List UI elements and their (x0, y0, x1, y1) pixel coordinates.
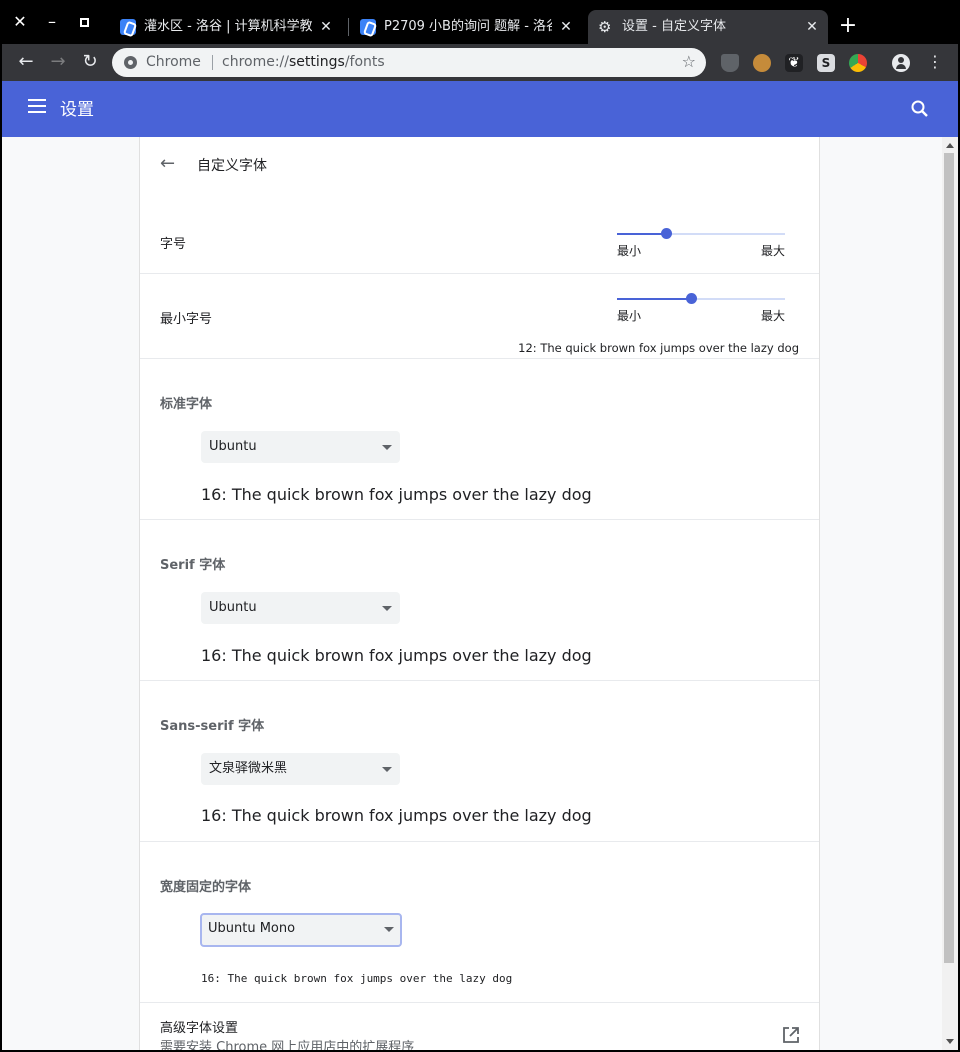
sans-serif-font-select[interactable]: 文泉驿微米黑 (201, 753, 400, 785)
fixed-font-sample: 16: The quick brown fox jumps over the l… (201, 972, 513, 985)
dropdown-arrow-icon (382, 445, 392, 450)
advanced-fonts-subtitle: 需要安装 Chrome 网上应用店中的扩展程序 (160, 1040, 415, 1050)
row-divider (140, 680, 819, 681)
tab-strip: ✕ – 灌水区 - 洛谷 | 计算机科学教育 ✕ P2709 小B的询问 题解 … (2, 2, 958, 44)
window-close-icon[interactable]: ✕ (10, 12, 30, 32)
window-maximize-icon[interactable] (74, 12, 94, 32)
chrome-icon (124, 56, 137, 69)
reload-icon[interactable]: ↻ (78, 50, 102, 74)
row-divider (140, 273, 819, 274)
select-value: 文泉驿微米黑 (209, 761, 288, 776)
page-title: 自定义字体 (197, 158, 267, 174)
fixed-font-label: 宽度固定的字体 (160, 880, 252, 895)
scroll-up-arrow-icon[interactable] (946, 143, 954, 148)
serif-font-sample: 16: The quick brown fox jumps over the l… (201, 646, 592, 665)
tab-luogu-water[interactable]: 灌水区 - 洛谷 | 计算机科学教育 ✕ (110, 10, 342, 44)
slider-min-label: 最小 (617, 244, 642, 258)
fixed-font-select[interactable]: Ubuntu Mono (200, 913, 402, 947)
url-text: chrome://settings/fonts (222, 54, 385, 70)
tab-settings-fonts[interactable]: ⚙ 设置 - 自定义字体 ✕ (588, 10, 828, 44)
tab-luogu-solution[interactable]: P2709 小B的询问 题解 - 洛谷 | ✕ (350, 10, 582, 44)
page-scrollbar[interactable] (942, 137, 958, 1050)
settings-content: ← 自定义字体 字号 最小 最大 最小字号 最小 最大 12: The quic… (2, 137, 958, 1050)
slider-fill (617, 233, 666, 235)
row-divider (140, 358, 819, 359)
tab-title: 设置 - 自定义字体 (622, 19, 726, 34)
forward-icon[interactable]: → (46, 50, 70, 74)
address-bar[interactable]: Chrome chrome://settings/fonts ☆ (112, 48, 706, 77)
sans-serif-font-label: Sans-serif 字体 (160, 719, 265, 734)
back-arrow-icon[interactable]: ← (160, 155, 178, 173)
select-value: Ubuntu (209, 600, 257, 615)
min-font-size-slider[interactable]: 最小 最大 (617, 293, 785, 323)
standard-font-label: 标准字体 (160, 397, 213, 412)
select-value: Ubuntu (209, 439, 257, 454)
select-value: Ubuntu Mono (208, 921, 296, 936)
toolbar: ← → ↻ Chrome chrome://settings/fonts ☆ ❦… (2, 44, 958, 81)
slider-max-label: 最大 (760, 244, 785, 258)
slider-fill (617, 298, 691, 300)
font-size-label: 字号 (160, 237, 187, 252)
dropdown-arrow-icon (384, 927, 394, 932)
chrome-color-extension-icon[interactable] (849, 54, 867, 72)
slider-max-label: 最大 (760, 309, 785, 323)
sans-serif-font-sample: 16: The quick brown fox jumps over the l… (201, 806, 592, 825)
tab-close-icon[interactable]: ✕ (318, 10, 334, 44)
tab-title: P2709 小B的询问 题解 - 洛谷 | (384, 19, 552, 34)
tab-divider (348, 18, 349, 36)
serif-font-label: Serif 字体 (160, 558, 226, 573)
more-menu-icon[interactable]: ⋮ (923, 50, 947, 74)
url-origin: Chrome (146, 54, 201, 70)
window-minimize-icon[interactable]: – (42, 12, 62, 32)
page-header: ← 自定义字体 (140, 137, 819, 193)
tab-close-icon[interactable]: ✕ (558, 10, 574, 44)
slider-min-label: 最小 (617, 309, 642, 323)
font-size-slider[interactable]: 最小 最大 (617, 228, 785, 258)
tab-close-icon[interactable]: ✕ (804, 10, 820, 44)
profile-avatar-icon[interactable] (892, 54, 910, 72)
advanced-fonts-title[interactable]: 高级字体设置 (160, 1017, 238, 1036)
owl-extension-icon[interactable] (753, 54, 771, 72)
row-divider (140, 841, 819, 842)
min-font-size-label: 最小字号 (160, 312, 213, 327)
dropdown-arrow-icon (382, 606, 392, 611)
row-divider (140, 519, 819, 520)
min-font-size-sample: 12: The quick brown fox jumps over the l… (518, 341, 799, 355)
new-tab-button[interactable]: + (836, 14, 860, 38)
row-divider (140, 1002, 819, 1003)
luogu-favicon-icon (360, 19, 376, 35)
slider-knob[interactable] (661, 228, 672, 239)
gnome-extension-icon[interactable]: ❦ (785, 54, 803, 72)
gear-icon: ⚙ (598, 18, 612, 36)
standard-font-select[interactable]: Ubuntu (201, 431, 400, 463)
s-extension-icon[interactable]: S (817, 54, 835, 72)
hamburger-menu-icon[interactable] (28, 99, 46, 113)
settings-title: 设置 (60, 100, 94, 120)
tab-title: 灌水区 - 洛谷 | 计算机科学教育 (144, 19, 312, 34)
scrollbar-thumb[interactable] (944, 153, 954, 963)
serif-font-select[interactable]: Ubuntu (201, 592, 400, 624)
slider-knob[interactable] (686, 293, 697, 304)
standard-font-sample: 16: The quick brown fox jumps over the l… (201, 485, 592, 504)
shield-extension-icon[interactable] (721, 54, 739, 72)
luogu-favicon-icon (120, 19, 136, 35)
url-divider (212, 55, 213, 70)
settings-header: 设置 (2, 81, 958, 137)
back-icon[interactable]: ← (14, 50, 38, 74)
scroll-down-arrow-icon[interactable] (946, 1039, 954, 1044)
dropdown-arrow-icon (382, 767, 392, 772)
search-icon[interactable] (910, 99, 930, 119)
browser-window: ✕ – 灌水区 - 洛谷 | 计算机科学教育 ✕ P2709 小B的询问 题解 … (2, 2, 958, 1050)
open-in-new-icon[interactable] (782, 1026, 800, 1044)
bookmark-star-icon[interactable]: ☆ (682, 52, 696, 71)
fonts-card: ← 自定义字体 字号 最小 最大 最小字号 最小 最大 12: The quic… (139, 137, 820, 1050)
